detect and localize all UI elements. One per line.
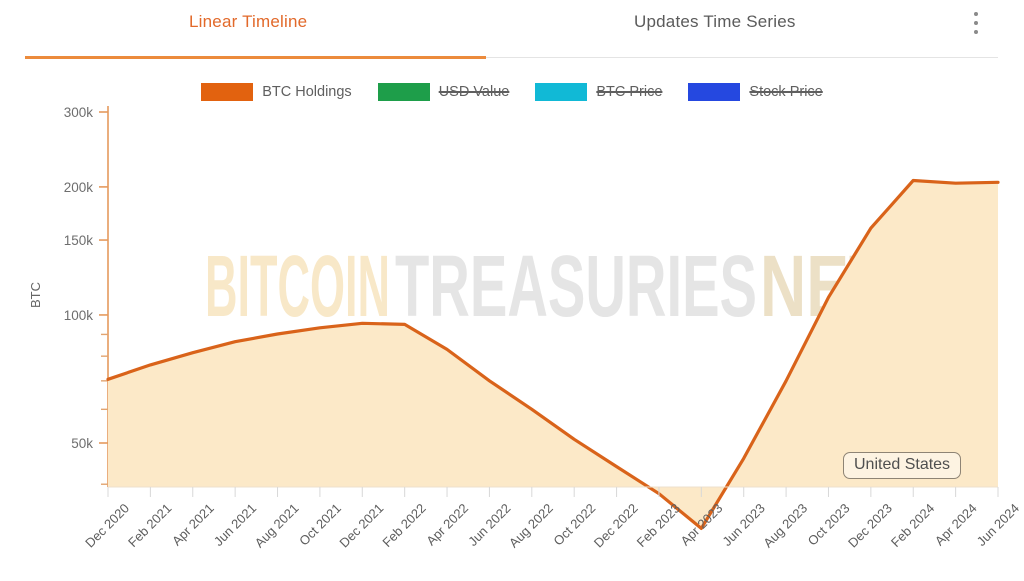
x-axis-tick-label: Aug 2023: [760, 501, 810, 551]
x-axis-tick-label: Aug 2022: [506, 501, 556, 551]
x-axis-tick-label: Dec 2020: [82, 501, 132, 551]
x-axis-tick-label: Feb 2024: [888, 501, 937, 550]
y-axis-tick-label: 100k: [64, 308, 94, 323]
x-axis-tick-label: Apr 2021: [169, 501, 217, 549]
btc-holdings-area-chart: BITCOIN TREASURIES NET 300k 200k 150k 100k 5…: [28, 105, 1022, 551]
x-axis-ticks: [107, 487, 999, 497]
x-axis-tick-label: Apr 2024: [932, 501, 980, 549]
x-axis-tick-label: Dec 2021: [336, 501, 386, 551]
y-axis-title: BTC: [28, 282, 43, 308]
watermark: BITCOIN TREASURIES NET: [205, 237, 888, 335]
x-axis-tick-label: Dec 2023: [845, 501, 895, 551]
x-axis-tick-labels: Dec 2020Feb 2021Apr 2021Jun 2021Aug 2021…: [82, 501, 1022, 551]
x-axis-tick-label: Dec 2022: [591, 501, 641, 551]
x-axis-tick-label: Apr 2022: [423, 501, 471, 549]
country-badge[interactable]: United States: [843, 452, 962, 479]
y-axis-ticks: [99, 111, 108, 485]
watermark-treasuries: TREASURIES: [395, 237, 757, 335]
x-axis: Dec 2020Feb 2021Apr 2021Jun 2021Aug 2021…: [82, 486, 1022, 551]
y-axis-tick-label: 300k: [64, 105, 94, 120]
x-axis-tick-label: Jun 2024: [974, 501, 1022, 549]
x-axis-tick-label: Feb 2022: [379, 501, 428, 550]
y-axis-tick-label: 150k: [64, 233, 94, 248]
x-axis-tick-label: Feb 2023: [634, 501, 683, 550]
x-axis-tick-label: Jun 2021: [211, 501, 259, 549]
y-axis-tick-label: 50k: [71, 436, 93, 451]
y-axis-tick-labels: 300k 200k 150k 100k 50k: [64, 105, 94, 451]
x-axis-tick-label: Jun 2023: [719, 501, 767, 549]
watermark-bitcoin: BITCOIN: [205, 237, 390, 335]
x-axis-tick-label: Feb 2021: [125, 501, 174, 550]
y-axis-tick-label: 200k: [64, 180, 94, 195]
x-axis-tick-label: Jun 2022: [465, 501, 513, 549]
y-axis: 300k 200k 150k 100k 50k BTC: [28, 105, 109, 487]
x-axis-tick-label: Aug 2021: [252, 501, 302, 551]
